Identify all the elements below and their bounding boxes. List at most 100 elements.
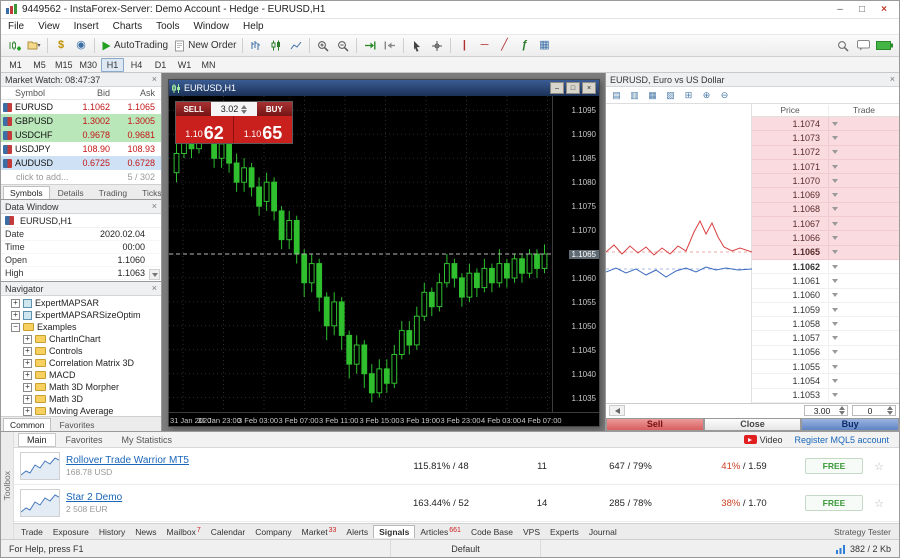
expand-icon[interactable]: + [23, 347, 32, 356]
chart-window-titlebar[interactable]: EURUSD,H1 – □ × [169, 80, 599, 96]
expand-icon[interactable]: + [23, 407, 32, 416]
toolbox-bottom-tab-experts[interactable]: Experts [545, 526, 584, 538]
new-chart-button[interactable] [4, 36, 24, 55]
toolbox-bottom-tab-alerts[interactable]: Alerts [341, 526, 373, 538]
trade-dropdown-icon[interactable] [832, 293, 838, 297]
toolbox-bottom-tab-company[interactable]: Company [250, 526, 296, 538]
market-watch-tab-details[interactable]: Details [51, 186, 91, 199]
column-price[interactable]: Price [752, 105, 828, 115]
favorite-star-icon[interactable]: ☆ [869, 497, 889, 510]
dom-trade-cell[interactable] [828, 131, 899, 144]
menu-help[interactable]: Help [236, 21, 271, 32]
video-link[interactable]: Video [744, 435, 783, 445]
trade-dropdown-icon[interactable] [832, 165, 838, 169]
expand-icon[interactable]: + [23, 383, 32, 392]
trendline-button[interactable]: ╱ [494, 36, 514, 55]
chart-window[interactable]: EURUSD,H1 – □ × 1.10951.10901.10851.1080… [168, 79, 600, 427]
trade-dropdown-icon[interactable] [832, 236, 838, 240]
dom-collapse-button[interactable] [609, 405, 625, 416]
time-axis[interactable]: 31 Jan 202031 Jan 23:003 Feb 03:003 Feb … [169, 412, 599, 426]
expand-icon[interactable]: + [11, 311, 20, 320]
toolbox-bottom-tab-exposure[interactable]: Exposure [48, 526, 94, 538]
dom-bid-row[interactable]: 1.1056 [752, 346, 899, 360]
scroll-down-button[interactable] [149, 269, 160, 280]
expand-icon[interactable]: + [11, 299, 20, 308]
market-watch-row-audusd[interactable]: AUDUSD0.67250.6728 [1, 156, 161, 170]
market-watch-row-gbpusd[interactable]: GBPUSD1.30021.3005 [1, 114, 161, 128]
expand-icon[interactable]: − [11, 323, 20, 332]
dom-bid-row[interactable]: 1.1058 [752, 317, 899, 331]
expand-icon[interactable]: + [23, 371, 32, 380]
navigator-tab-common[interactable]: Common [3, 418, 51, 431]
line-chart-button[interactable] [286, 36, 306, 55]
dom-trade-cell[interactable] [828, 246, 899, 259]
dom-zoom-out-button[interactable]: ⊖ [716, 88, 733, 102]
signal-row[interactable]: Star 2 Demo2 508 EUR163.44% / 5214285 / … [14, 485, 899, 522]
toolbox-bottom-tab-signals[interactable]: Signals [373, 525, 415, 538]
data-window-toggle-button[interactable]: ◉ [71, 36, 91, 55]
timeframe-m1-button[interactable]: M1 [4, 58, 27, 72]
dom-ask-row[interactable]: 1.1067 [752, 217, 899, 231]
zoom-in-button[interactable] [313, 36, 333, 55]
dom-trade-cell[interactable] [828, 317, 899, 330]
toolbox-bottom-tab-mailbox[interactable]: Mailbox7 [162, 526, 206, 538]
volume-field[interactable]: 3.00 [804, 405, 848, 416]
column-trade[interactable]: Trade [828, 105, 899, 115]
trade-dropdown-icon[interactable] [832, 250, 838, 254]
tree-item-chartinchart[interactable]: +ChartInChart [1, 333, 161, 345]
chart-restore-button[interactable]: □ [566, 82, 580, 94]
timeframe-mn-button[interactable]: MN [197, 58, 220, 72]
feedback-button[interactable] [853, 36, 873, 55]
trade-dropdown-icon[interactable] [832, 393, 838, 397]
dom-trade-cell[interactable] [828, 203, 899, 216]
dom-trade-cell[interactable] [828, 146, 899, 159]
toolbox-tab-my-statistics[interactable]: My Statistics [113, 433, 182, 447]
toolbox-bottom-tab-history[interactable]: History [94, 526, 130, 538]
bar-chart-button[interactable] [246, 36, 266, 55]
menu-file[interactable]: File [1, 21, 31, 32]
dom-trade-cell[interactable] [828, 331, 899, 344]
market-watch-add-row[interactable]: click to add...5 / 302 [1, 170, 161, 184]
trade-dropdown-icon[interactable] [832, 265, 838, 269]
trade-dropdown-icon[interactable] [832, 179, 838, 183]
price-axis[interactable]: 1.10951.10901.10851.10801.10751.10701.10… [552, 96, 599, 412]
tree-item-expertmapsarsizeoptim[interactable]: +ExpertMAPSARSizeOptim [1, 309, 161, 321]
tick-chart[interactable] [606, 104, 752, 403]
tree-item-controls[interactable]: +Controls [1, 345, 161, 357]
data-window-symbol[interactable]: EURUSD,H1 [1, 214, 161, 228]
profiles-button[interactable] [24, 36, 44, 55]
trade-dropdown-icon[interactable] [832, 193, 838, 197]
close-button[interactable]: × [873, 2, 895, 17]
cursor-button[interactable] [407, 36, 427, 55]
dom-ask-row[interactable]: 1.1074 [752, 117, 899, 131]
objects-button[interactable]: ▦ [534, 36, 554, 55]
dom-ask-row[interactable]: 1.1069 [752, 188, 899, 202]
horizontal-line-button[interactable]: ─ [474, 36, 494, 55]
navigator-tab-favorites[interactable]: Favorites [52, 418, 101, 431]
toolbox-bottom-tab-journal[interactable]: Journal [584, 526, 622, 538]
autotrading-button[interactable]: AutoTrading [98, 36, 171, 55]
dom-trade-cell[interactable] [828, 231, 899, 244]
column-bid[interactable]: Bid [69, 88, 114, 98]
dom-ask-row[interactable]: 1.1073 [752, 131, 899, 145]
buy-price-display[interactable]: 1.10 65 [234, 116, 292, 143]
sell-price-display[interactable]: 1.10 62 [176, 116, 234, 143]
tree-item-examples[interactable]: −Examples [1, 321, 161, 333]
signal-free-button[interactable]: FREE [805, 458, 863, 474]
trade-dropdown-icon[interactable] [832, 222, 838, 226]
expand-icon[interactable]: + [23, 335, 32, 344]
trade-dropdown-icon[interactable] [832, 365, 838, 369]
new-order-button[interactable]: New Order [171, 36, 239, 55]
dom-ask-row[interactable]: 1.1065 [752, 246, 899, 260]
trade-dropdown-icon[interactable] [832, 308, 838, 312]
toolbox-bottom-tab-news[interactable]: News [130, 526, 161, 538]
dom-trade-cell[interactable] [828, 117, 899, 130]
dom-trade-cell[interactable] [828, 360, 899, 373]
connection-button[interactable] [873, 36, 896, 55]
trade-dropdown-icon[interactable] [832, 136, 838, 140]
volume-spinner[interactable] [839, 406, 845, 415]
chart-minimize-button[interactable]: – [550, 82, 564, 94]
tree-item-correlation-matrix-3d[interactable]: +Correlation Matrix 3D [1, 357, 161, 369]
timeframe-m15-button[interactable]: M15 [52, 58, 76, 72]
dom-ask-row[interactable]: 1.1066 [752, 231, 899, 245]
